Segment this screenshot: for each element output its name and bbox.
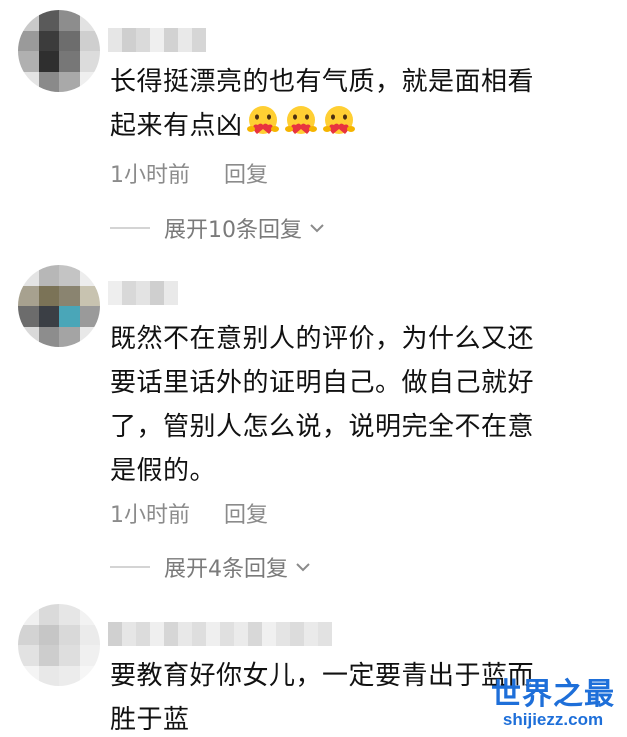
comment-text-line: 长得挺漂亮的也有气质，就是面相看 [110,67,535,97]
comment-text: 既然不在意别人的评价，为什么又还 要话里话外的证明自己。做自己就好 了，管别人怎… [110,317,590,493]
comment-feed: 长得挺漂亮的也有气质，就是面相看 起来有点凶 1小时前 回复 展开10条回复 既… [0,0,627,737]
comment-time: 1小时前 [110,163,190,188]
expand-replies-label: 展开4条回复 [164,557,288,582]
expand-replies-button[interactable]: 展开4条回复 [110,551,312,583]
username[interactable] [108,28,206,52]
comment-text-line: 胜于蓝 [110,705,190,735]
watermark: 世界之最 shijiezz.com [491,679,615,729]
hug-heart-emoji-icon [322,106,355,134]
hug-heart-emoji-icon [246,106,279,134]
watermark-url: shijiezz.com [502,710,604,729]
watermark-logo-text: 世界之最 [491,678,615,711]
avatar[interactable] [18,10,100,92]
comment-text-line: 既然不在意别人的评价，为什么又还 [110,324,535,354]
reply-button[interactable]: 回复 [224,157,268,189]
divider-line [110,566,150,568]
username[interactable] [108,622,332,646]
comment-text-line: 是假的。 [110,456,217,486]
avatar[interactable] [18,265,100,347]
username[interactable] [108,281,178,305]
chevron-down-icon [310,224,324,233]
divider-line [110,227,150,229]
comment-text-line: 要话里话外的证明自己。做自己就好 [110,368,535,398]
comment-time: 1小时前 [110,503,190,528]
comment-text: 长得挺漂亮的也有气质，就是面相看 起来有点凶 [110,60,590,148]
comment-text-line: 要教育好你女儿，一定要青出于蓝而 [110,661,535,691]
comment-meta: 1小时前 回复 [110,497,268,529]
chevron-down-icon [296,563,310,572]
comment-meta: 1小时前 回复 [110,157,268,189]
hug-heart-emoji-icon [284,106,317,134]
expand-replies-button[interactable]: 展开10条回复 [110,212,326,244]
comment-text-line: 起来有点凶 [110,111,243,141]
comment-text-line: 了，管别人怎么说，说明完全不在意 [110,412,535,442]
avatar[interactable] [18,604,100,686]
reply-button[interactable]: 回复 [224,497,268,529]
expand-replies-label: 展开10条回复 [164,218,302,243]
